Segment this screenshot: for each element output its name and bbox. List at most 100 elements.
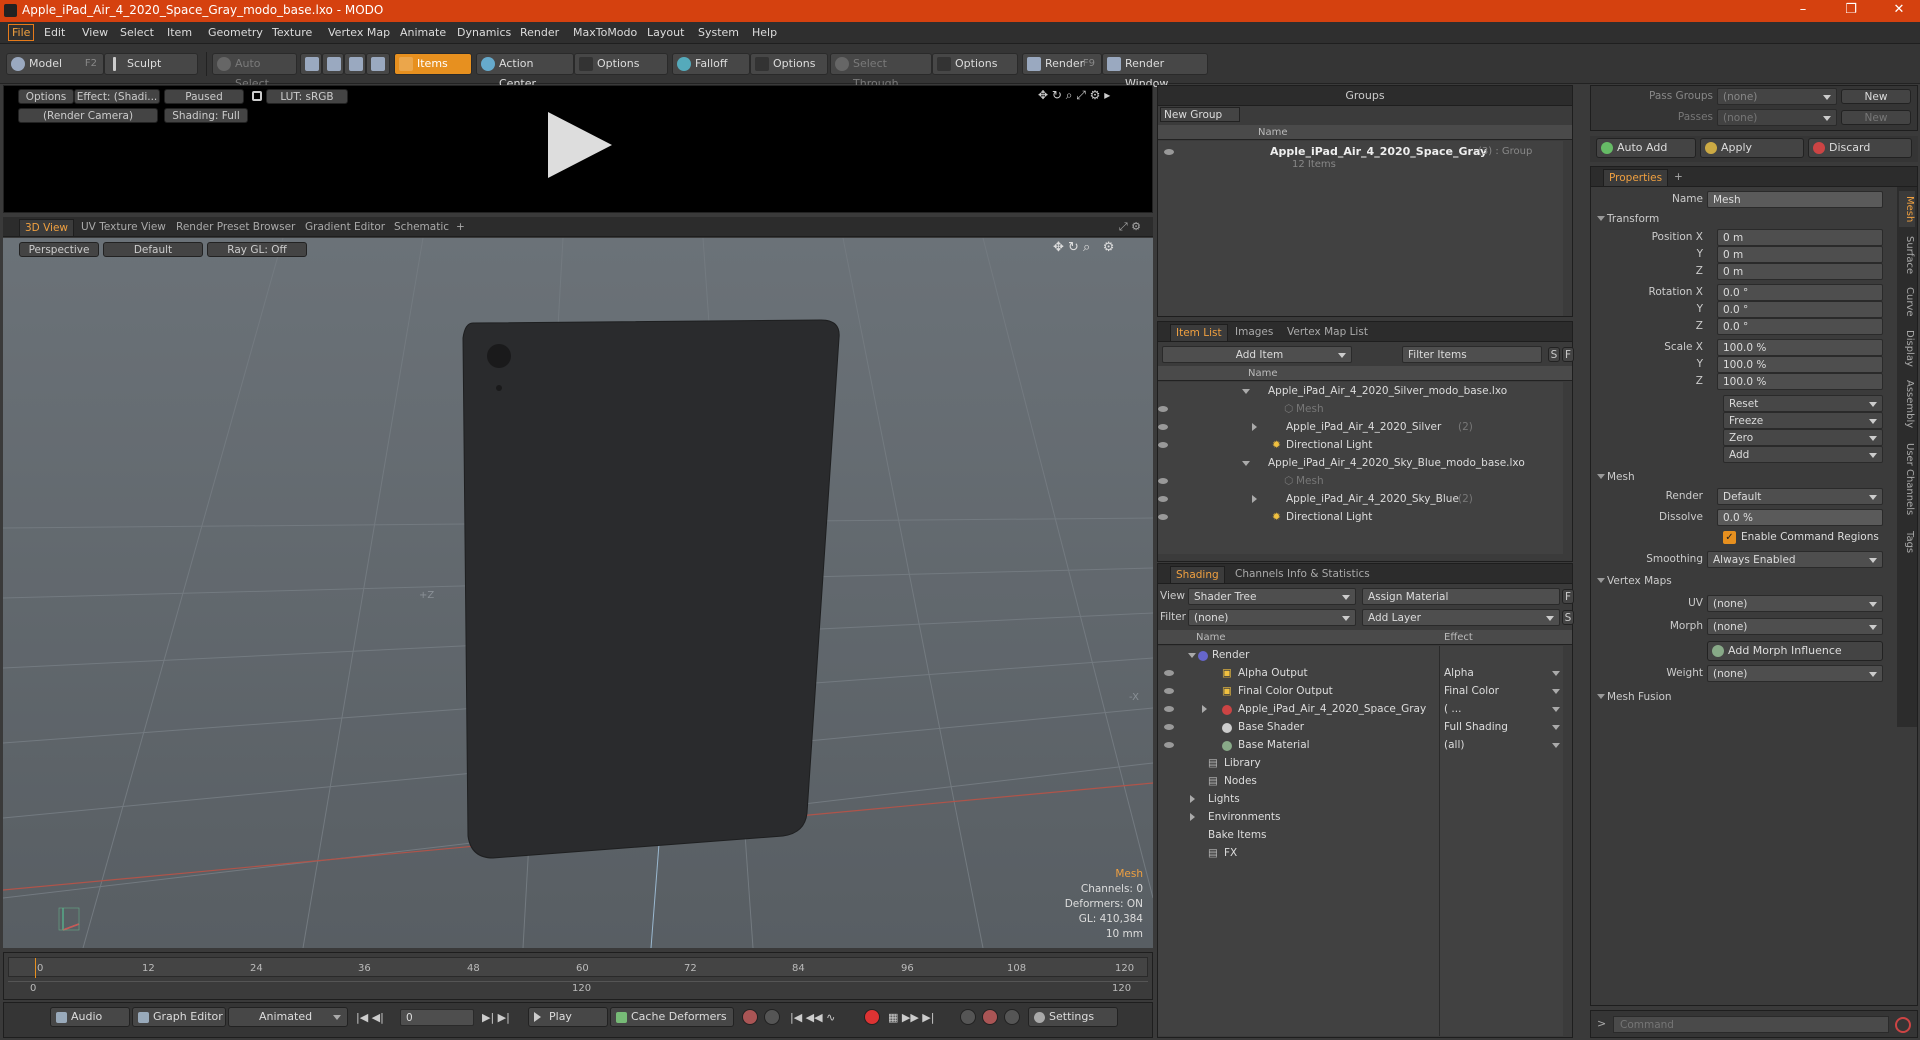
list-item[interactable]: Apple_iPad_Air_4_2020_Sky_Blue (2) [1158, 490, 1563, 508]
menu-view[interactable]: View [82, 26, 108, 39]
pass-groups-dropdown[interactable]: (none) [1717, 88, 1837, 105]
table-row[interactable]: ▣ Alpha Output Alpha [1158, 664, 1563, 682]
shading-f-button[interactable]: F [1562, 589, 1574, 604]
shading-filter-dropdown[interactable]: (none) [1188, 609, 1356, 626]
mesh-fusion-section[interactable]: Mesh Fusion [1591, 689, 1917, 705]
falloff-options-button[interactable]: Options [750, 53, 828, 75]
enable-command-regions-checkbox[interactable]: ✓ [1723, 531, 1736, 544]
vtab-surface[interactable]: Surface [1899, 231, 1915, 279]
apply-button[interactable]: Apply [1700, 138, 1804, 158]
add-item-dropdown[interactable]: Add Item [1162, 346, 1352, 363]
items-mode-button[interactable]: Items [394, 53, 472, 75]
vertex-maps-section[interactable]: Vertex Maps [1591, 573, 1917, 589]
settings-button[interactable]: Settings [1028, 1007, 1118, 1027]
list-item[interactable]: ✹ Directional Light [1158, 436, 1563, 454]
filter-items-input[interactable]: Filter Items [1402, 346, 1542, 363]
refresh-keys-icon[interactable] [982, 1009, 998, 1025]
morph-dropdown[interactable]: (none) [1707, 618, 1883, 635]
graph-editor-button[interactable]: Graph Editor [132, 1007, 226, 1027]
shader-tree-dropdown[interactable]: Shader Tree [1188, 588, 1356, 605]
filter-keys-icon[interactable] [1004, 1009, 1020, 1025]
add-morph-influence-button[interactable]: Add Morph Influence [1707, 641, 1883, 661]
polygons-mode-button[interactable] [344, 53, 366, 75]
table-row[interactable]: ▤ Nodes [1158, 772, 1563, 790]
timeline[interactable]: 0 12 24 36 48 60 72 84 96 108 120 0 120 … [3, 952, 1153, 1000]
shading-dropdown[interactable]: Shading: Full [164, 108, 248, 123]
items-s-button[interactable]: S [1548, 347, 1560, 362]
mesh-section[interactable]: Mesh [1591, 469, 1917, 485]
menu-vertex-map[interactable]: Vertex Map [328, 26, 390, 39]
tab-channels[interactable]: Channels [1230, 566, 1289, 583]
action-center-options-button[interactable]: Options [574, 53, 668, 75]
transform-section[interactable]: Transform [1591, 211, 1917, 227]
maximize-icon[interactable]: ❐ [1836, 2, 1866, 20]
perspective-dropdown[interactable]: Perspective [19, 242, 99, 257]
menu-texture[interactable]: Texture [272, 26, 312, 39]
menu-help[interactable]: Help [752, 26, 777, 39]
menu-system[interactable]: System [698, 26, 739, 39]
position-y-field[interactable]: 0 m [1717, 246, 1883, 263]
key-nav-icons[interactable]: |◀ ◀◀ ∿ [790, 1011, 835, 1024]
table-row[interactable]: Environments [1158, 808, 1563, 826]
list-item[interactable]: ✹ Directional Light [1158, 508, 1563, 526]
name-input[interactable]: Mesh [1707, 191, 1883, 208]
frame-input[interactable]: 0 [400, 1009, 474, 1026]
viewport-nav-icons[interactable]: ✥ ↻ ⌕ ⚙ [1053, 240, 1114, 255]
dissolve-field[interactable]: 0.0 % [1717, 509, 1883, 526]
new-group-button[interactable]: New Group [1160, 107, 1240, 122]
table-row[interactable]: ▤ FX [1158, 844, 1563, 862]
position-x-field[interactable]: 0 m [1717, 229, 1883, 246]
tab-shading[interactable]: Shading [1170, 566, 1225, 583]
list-item[interactable]: ⬡ Mesh [1158, 472, 1563, 490]
playhead[interactable] [35, 958, 36, 978]
menu-maxtomodo[interactable]: MaxToModo [573, 26, 637, 39]
viewport-maximize-icon[interactable]: ⤢ ⚙ [1119, 220, 1141, 234]
render-dropdown[interactable]: Default [1717, 488, 1883, 505]
vtab-mesh[interactable]: Mesh [1899, 191, 1915, 227]
lut-dropdown[interactable]: LUT: sRGB [266, 89, 348, 104]
3d-viewport[interactable]: Perspective Default Ray GL: Off +Z -X ✥ … [3, 238, 1153, 948]
table-row[interactable]: Apple_iPad_Air_4_2020_Space_Gray( ... [1158, 700, 1563, 718]
table-row[interactable]: ▤ Library [1158, 754, 1563, 772]
vtab-display[interactable]: Display [1899, 325, 1915, 371]
menu-layout[interactable]: Layout [647, 26, 684, 39]
timeline-range[interactable]: 0 120 120 [8, 981, 1148, 995]
table-row[interactable]: Render [1158, 646, 1563, 664]
new-pass-group-button[interactable]: New [1841, 89, 1911, 104]
select-through-button[interactable]: Select Through [830, 53, 932, 90]
add-layer-dropdown[interactable]: Add Layer [1362, 609, 1560, 626]
select-through-options-button[interactable]: Options [932, 53, 1018, 75]
scale-z-field[interactable]: 100.0 % [1717, 373, 1883, 390]
auto-add-button[interactable]: Auto Add [1596, 138, 1696, 158]
groups-list[interactable]: Apple_iPad_Air_4_2020_Space_Gray (3) : G… [1158, 141, 1563, 316]
action-center-button[interactable]: Action Center [476, 53, 574, 90]
vertices-mode-button[interactable] [300, 53, 322, 75]
rotation-z-field[interactable]: 0.0 ° [1717, 318, 1883, 335]
items-f-button[interactable]: F [1562, 347, 1574, 362]
table-row[interactable]: Lights [1158, 790, 1563, 808]
preview-nav-icons[interactable]: ✥ ↻ ⌕ ⤢ ⚙ ▸ [1038, 88, 1110, 103]
tab-info-statistics[interactable]: Info & Statistics [1282, 566, 1375, 583]
sculpt-button[interactable]: Sculpt [104, 53, 198, 75]
model-button[interactable]: Model F2 [6, 53, 104, 75]
render-button[interactable]: Render F9 [1022, 53, 1102, 75]
vtab-user-channels[interactable]: User Channels [1899, 437, 1915, 521]
weight-dropdown[interactable]: (none) [1707, 665, 1883, 682]
shading-s-button[interactable]: S [1562, 610, 1574, 625]
smoothing-dropdown[interactable]: Always Enabled [1707, 551, 1883, 568]
item-tree[interactable]: Apple_iPad_Air_4_2020_Silver_modo_base.l… [1158, 382, 1563, 554]
skip-back-icons[interactable]: |◀ ◀| [356, 1011, 384, 1024]
key-forward-icons[interactable]: ▦ ▶▶ ▶| [888, 1011, 934, 1024]
tab-images[interactable]: Images [1230, 324, 1278, 341]
vtab-curve[interactable]: Curve [1899, 283, 1915, 321]
add-tab-icon[interactable]: + [1669, 169, 1688, 186]
add-dropdown[interactable]: Add [1723, 446, 1883, 463]
freeze-dropdown[interactable]: Freeze [1723, 412, 1883, 429]
key-icon[interactable] [742, 1009, 758, 1025]
cache-deformers-button[interactable]: Cache Deformers [610, 1007, 734, 1027]
group-item-name[interactable]: Apple_iPad_Air_4_2020_Space_Gray [1270, 145, 1487, 158]
new-pass-button[interactable]: New [1841, 110, 1911, 125]
list-item[interactable]: Apple_iPad_Air_4_2020_Silver_modo_base.l… [1158, 382, 1563, 400]
assign-material-button[interactable]: Assign Material [1362, 588, 1560, 605]
auto-key-icon[interactable] [764, 1009, 780, 1025]
